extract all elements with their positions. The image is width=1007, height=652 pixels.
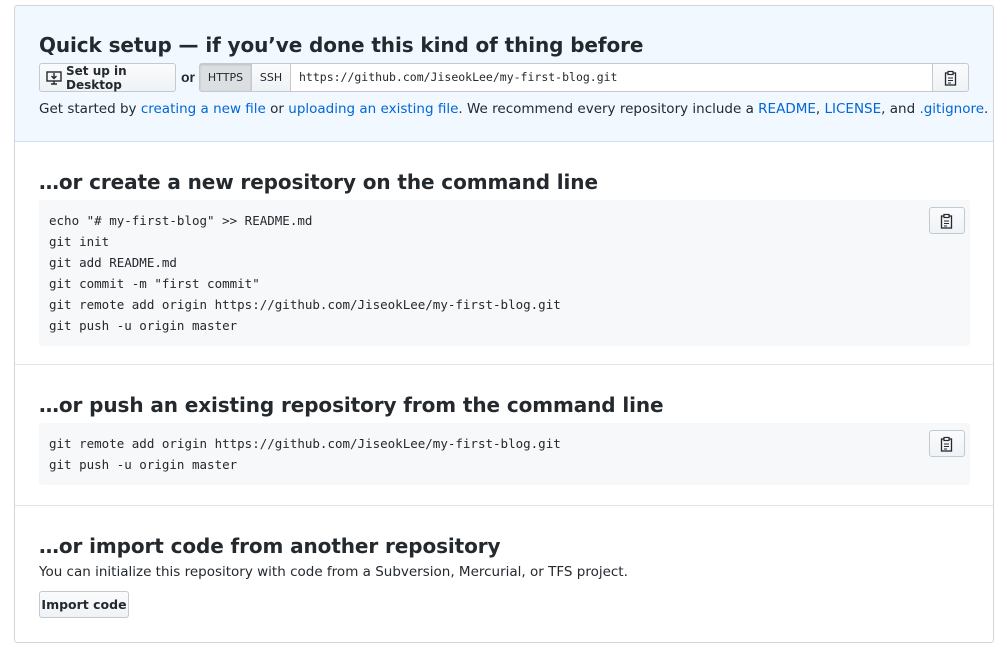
- https-toggle[interactable]: HTTPS: [199, 63, 252, 92]
- import-code-section: …or import code from another repository …: [15, 506, 993, 642]
- setup-in-desktop-button[interactable]: Set up in Desktop: [39, 63, 176, 92]
- copy-commands-button[interactable]: [929, 207, 965, 234]
- upload-file-link[interactable]: uploading an existing file: [288, 101, 458, 117]
- import-code-button[interactable]: Import code: [39, 591, 129, 618]
- get-started-help: Get started by creating a new file or up…: [39, 101, 988, 117]
- code-line: git remote add origin https://github.com…: [49, 297, 561, 312]
- copy-commands-button[interactable]: [929, 430, 965, 457]
- clipboard-icon: [940, 436, 954, 452]
- code-line: echo "# my-first-blog" >> README.md: [49, 213, 313, 228]
- clipboard-icon: [944, 70, 958, 86]
- import-code-title: …or import code from another repository: [39, 534, 501, 558]
- create-new-repo-code: echo "# my-first-blog" >> README.md git …: [39, 200, 970, 346]
- quick-setup-title: Quick setup — if you’ve done this kind o…: [39, 33, 644, 57]
- push-existing-repo-code: git remote add origin https://github.com…: [39, 423, 970, 485]
- clone-url-input[interactable]: https://github.com/JiseokLee/my-first-bl…: [291, 63, 933, 92]
- push-existing-repo-title: …or push an existing repository from the…: [39, 393, 664, 417]
- code-line: git push -u origin master: [49, 457, 238, 472]
- code-line: git add README.md: [49, 255, 177, 270]
- help-text: or: [265, 101, 289, 117]
- clipboard-icon: [940, 213, 954, 229]
- create-new-repo-section: …or create a new repository on the comma…: [15, 142, 993, 365]
- help-text: . We recommend every repository include …: [458, 101, 759, 117]
- or-label: or: [181, 69, 195, 85]
- help-text: .: [984, 101, 989, 117]
- readme-link[interactable]: README: [758, 101, 816, 117]
- code-line: git remote add origin https://github.com…: [49, 436, 561, 451]
- code-line: git init: [49, 234, 110, 249]
- setup-in-desktop-label: Set up in Desktop: [66, 63, 127, 92]
- import-code-description: You can initialize this repository with …: [39, 564, 628, 580]
- gitignore-link[interactable]: .gitignore: [919, 101, 984, 117]
- push-existing-repo-section: …or push an existing repository from the…: [15, 365, 993, 506]
- license-link[interactable]: LICENSE: [824, 101, 881, 117]
- code-line: git commit -m "first commit": [49, 276, 260, 291]
- empty-repo-setup-panel: Quick setup — if you’ve done this kind o…: [14, 5, 994, 643]
- copy-url-button[interactable]: [933, 63, 969, 92]
- ssh-toggle[interactable]: SSH: [252, 63, 291, 92]
- code-line: git push -u origin master: [49, 318, 238, 333]
- create-new-file-link[interactable]: creating a new file: [141, 101, 266, 117]
- quick-setup-section: Quick setup — if you’ve done this kind o…: [15, 6, 993, 142]
- clone-url-group: HTTPS SSH https://github.com/JiseokLee/m…: [199, 63, 969, 92]
- help-text: , and: [881, 101, 920, 117]
- help-text: Get started by: [39, 101, 141, 117]
- create-new-repo-title: …or create a new repository on the comma…: [39, 170, 598, 194]
- desktop-download-icon: [46, 70, 62, 85]
